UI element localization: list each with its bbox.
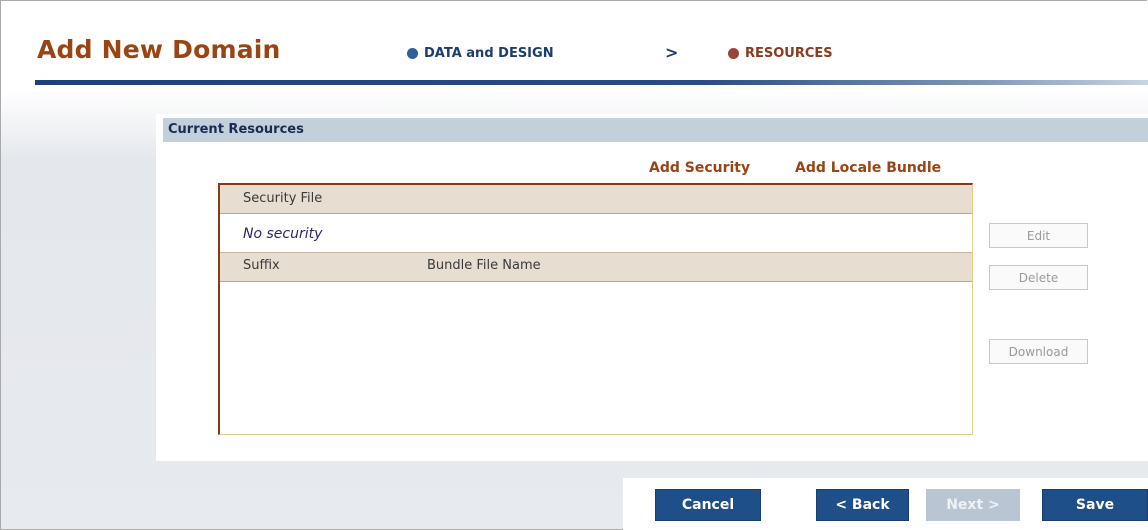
step-data-and-design: DATA and DESIGN [407,46,554,61]
delete-button[interactable]: Delete [989,265,1088,290]
next-button[interactable]: Next > [926,489,1020,521]
panel-title: Current Resources [168,122,304,137]
add-locale-bundle-link[interactable]: Add Locale Bundle [795,160,941,176]
no-security-text: No security [243,226,323,242]
column-header-bundle-file-name: Bundle File Name [427,258,541,273]
save-button[interactable]: Save [1042,489,1148,521]
step-separator: > [665,43,679,62]
step-dot-icon [728,48,739,59]
panel-header: Current Resources [163,118,1148,142]
back-button[interactable]: < Back [816,489,909,521]
security-file-header: Security File [220,185,972,214]
add-security-link[interactable]: Add Security [649,160,750,176]
step-resources: RESOURCES [728,46,833,61]
header-divider [35,80,1148,85]
table-row[interactable]: No security [220,216,972,253]
cancel-button[interactable]: Cancel [655,489,761,521]
edit-button[interactable]: Edit [989,223,1088,248]
step-dot-icon [407,48,418,59]
column-header-security-file: Security File [243,191,323,206]
page-title: Add New Domain [37,35,281,64]
column-header-suffix: Suffix [243,258,280,273]
resources-table: Security File No security Suffix Bundle … [218,183,973,435]
download-button[interactable]: Download [989,339,1088,364]
step-label: DATA and DESIGN [424,46,554,61]
step-label: RESOURCES [745,46,833,61]
bundle-header: Suffix Bundle File Name [220,252,972,282]
